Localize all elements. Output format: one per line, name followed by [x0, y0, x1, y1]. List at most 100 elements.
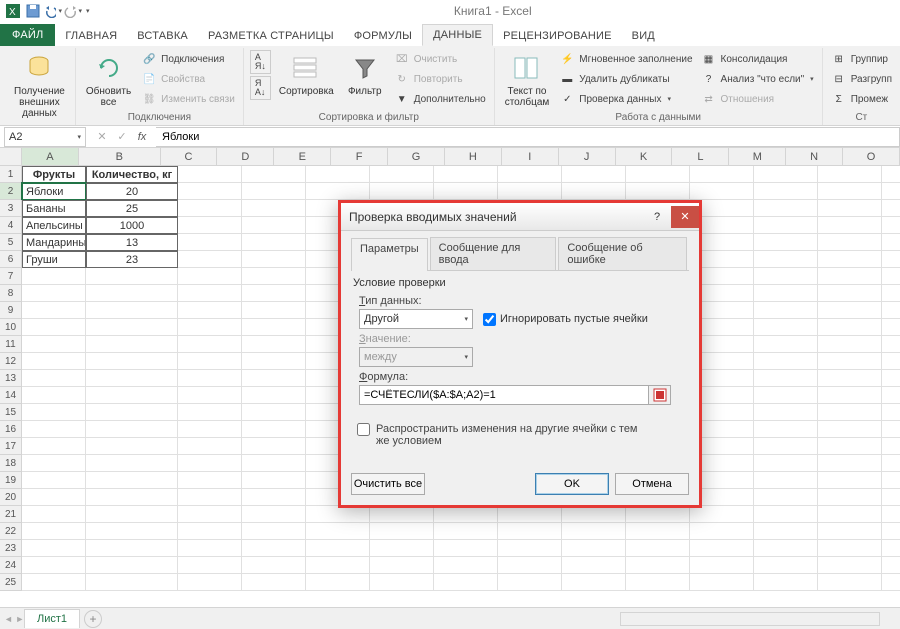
cell[interactable]: [562, 166, 626, 183]
cell[interactable]: [86, 421, 178, 438]
cell[interactable]: [882, 217, 900, 234]
column-header[interactable]: F: [331, 148, 388, 166]
cell[interactable]: [22, 438, 86, 455]
cell[interactable]: [242, 472, 306, 489]
cell[interactable]: [754, 370, 818, 387]
column-header[interactable]: M: [729, 148, 786, 166]
cell[interactable]: [178, 523, 242, 540]
cell[interactable]: [754, 540, 818, 557]
cell[interactable]: [818, 234, 882, 251]
cell[interactable]: [22, 353, 86, 370]
cell[interactable]: [754, 387, 818, 404]
cell[interactable]: [754, 166, 818, 183]
row-header[interactable]: 17: [0, 438, 22, 455]
cell[interactable]: [818, 455, 882, 472]
tab-home[interactable]: ГЛАВНАЯ: [55, 26, 127, 46]
cell[interactable]: [242, 251, 306, 268]
cell[interactable]: [178, 234, 242, 251]
cell[interactable]: [242, 319, 306, 336]
cell[interactable]: [754, 404, 818, 421]
cell[interactable]: [498, 166, 562, 183]
row-header[interactable]: 22: [0, 523, 22, 540]
flash-fill-button[interactable]: ⚡Мгновенное заполнение: [557, 50, 694, 68]
cell[interactable]: [434, 540, 498, 557]
row-header[interactable]: 9: [0, 302, 22, 319]
row-header[interactable]: 5: [0, 234, 22, 251]
cell[interactable]: [498, 557, 562, 574]
cell[interactable]: [86, 523, 178, 540]
row-header[interactable]: 8: [0, 285, 22, 302]
cell[interactable]: [498, 574, 562, 591]
cell[interactable]: [882, 251, 900, 268]
cell[interactable]: [754, 251, 818, 268]
cell[interactable]: [242, 268, 306, 285]
data-validation-button[interactable]: ✓Проверка данных▾: [557, 90, 694, 108]
column-header[interactable]: J: [559, 148, 616, 166]
sort-desc-button[interactable]: ЯА↓: [250, 76, 271, 100]
cell[interactable]: [626, 166, 690, 183]
cell[interactable]: [434, 183, 498, 200]
column-header[interactable]: E: [274, 148, 331, 166]
cell[interactable]: [178, 353, 242, 370]
cell[interactable]: [754, 183, 818, 200]
cell[interactable]: [818, 421, 882, 438]
cell[interactable]: [370, 540, 434, 557]
sheet-tab[interactable]: Лист1: [24, 609, 80, 628]
consolidate-button[interactable]: ▦Консолидация: [699, 50, 816, 68]
cell[interactable]: [178, 455, 242, 472]
cell[interactable]: [178, 336, 242, 353]
formula-field[interactable]: [359, 385, 649, 405]
remove-duplicates-button[interactable]: ▬Удалить дубликаты: [557, 70, 694, 88]
cell[interactable]: [754, 200, 818, 217]
column-header[interactable]: L: [672, 148, 729, 166]
cell[interactable]: [86, 489, 178, 506]
tab-data[interactable]: ДАННЫЕ: [422, 24, 493, 46]
cell[interactable]: [562, 506, 626, 523]
group-button[interactable]: ⊞Группир: [829, 50, 894, 68]
cell[interactable]: [882, 166, 900, 183]
cell[interactable]: [754, 217, 818, 234]
row-header[interactable]: 11: [0, 336, 22, 353]
row-header[interactable]: 1: [0, 166, 22, 183]
cell[interactable]: [86, 353, 178, 370]
cell[interactable]: [242, 438, 306, 455]
cell[interactable]: [22, 302, 86, 319]
row-header[interactable]: 14: [0, 387, 22, 404]
cell[interactable]: [178, 421, 242, 438]
cell[interactable]: [22, 319, 86, 336]
cell[interactable]: [86, 557, 178, 574]
cell[interactable]: [754, 472, 818, 489]
cell[interactable]: [562, 523, 626, 540]
cell[interactable]: [242, 302, 306, 319]
cell[interactable]: [22, 574, 86, 591]
cell[interactable]: [882, 302, 900, 319]
cell[interactable]: [178, 540, 242, 557]
cell[interactable]: [242, 353, 306, 370]
cell[interactable]: [178, 557, 242, 574]
cell[interactable]: [690, 540, 754, 557]
cell[interactable]: [818, 472, 882, 489]
cell[interactable]: [754, 353, 818, 370]
cell[interactable]: [882, 489, 900, 506]
help-button[interactable]: ?: [643, 206, 671, 228]
cell[interactable]: [882, 353, 900, 370]
cell[interactable]: [242, 421, 306, 438]
cell[interactable]: [242, 489, 306, 506]
cell[interactable]: [498, 540, 562, 557]
cell[interactable]: [22, 404, 86, 421]
tab-formulas[interactable]: ФОРМУЛЫ: [344, 26, 422, 46]
row-header[interactable]: 20: [0, 489, 22, 506]
cell[interactable]: [434, 523, 498, 540]
cell[interactable]: [754, 489, 818, 506]
cell[interactable]: [818, 540, 882, 557]
cell[interactable]: [562, 557, 626, 574]
add-sheet-button[interactable]: +: [84, 610, 102, 628]
row-header[interactable]: 10: [0, 319, 22, 336]
cell[interactable]: Бананы: [22, 200, 86, 217]
cell[interactable]: [434, 574, 498, 591]
sort-button[interactable]: Сортировка: [275, 50, 338, 99]
cell[interactable]: [754, 523, 818, 540]
cell[interactable]: [306, 506, 370, 523]
cell[interactable]: 13: [86, 234, 178, 251]
cell[interactable]: [22, 472, 86, 489]
